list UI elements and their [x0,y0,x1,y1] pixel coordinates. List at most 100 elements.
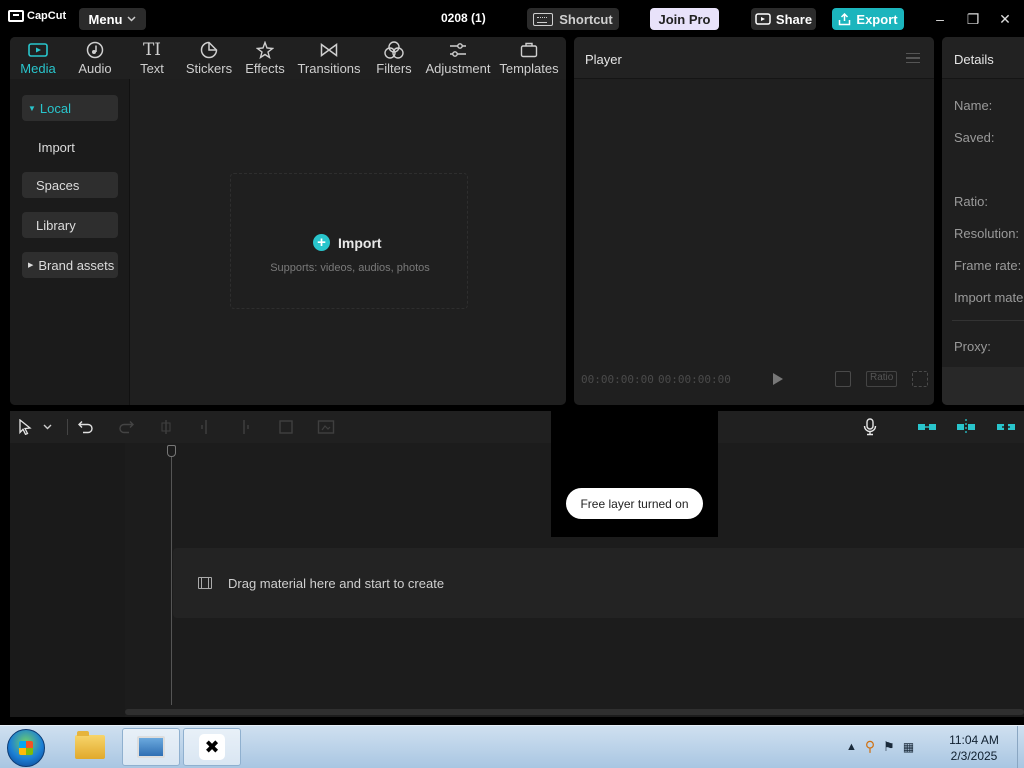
export-button[interactable]: Export [832,8,904,30]
delete-icon[interactable] [278,419,294,435]
menu-icon[interactable] [906,53,920,63]
sidebar-item-label: Brand assets [38,257,115,273]
main-track-drop-area[interactable]: Drag material here and start to create [173,548,1024,618]
chevron-down-icon[interactable] [43,419,52,435]
details-label-name: Name: [954,98,993,113]
import-drop-zone[interactable]: + Import Supports: videos, audios, photo… [230,173,468,309]
main-track-magnet-icon[interactable] [917,419,937,435]
start-button[interactable] [7,729,45,767]
menu-button[interactable]: Menu [79,8,146,30]
details-divider [952,320,1024,321]
details-label-import-material: Import mate [954,290,1024,305]
minimize-icon[interactable]: – [930,9,950,29]
toolbar-divider [67,419,68,435]
export-label: Export [856,11,898,27]
undo-icon[interactable] [78,419,94,435]
folder-icon [75,731,105,759]
taskbar-clock[interactable]: 11:04 AM 2/3/2025 [944,732,1004,764]
split-icon[interactable] [160,419,172,435]
adjustment-icon [450,43,466,57]
text-icon: TI [142,40,162,60]
tab-transitions[interactable]: Transitions [297,39,361,79]
search-icon[interactable]: ⚲ [865,738,875,755]
tab-label: Filters [376,61,412,76]
ratio-button[interactable]: Ratio [866,371,898,387]
plus-icon: + [313,234,330,251]
sidebar-item-brand-assets[interactable]: ▶ Brand assets [22,252,118,278]
windows-taskbar: ✖ ▲ ⚲ ⚑ ▦ 11:04 AM 2/3/2025 [0,725,1024,768]
keyboard-icon [533,12,554,26]
media-sidebar: ▼ Local Import Spaces Library ▶ Brand as… [10,79,130,405]
shortcut-label: Shortcut [559,11,613,27]
capcut-app-icon: ✖ [199,734,225,760]
drag-material-hint: Drag material here and start to create [228,576,445,591]
tab-effects[interactable]: Effects [245,39,285,79]
media-panel: Media Audio TI Text Stickers Effects Tra… [10,37,566,405]
caret-right-icon: ▶ [28,262,34,269]
tab-templates[interactable]: Templates [499,39,559,79]
network-icon[interactable]: ▦ [903,740,914,754]
crop-icon[interactable] [317,419,335,435]
tab-filters[interactable]: Filters [374,39,414,79]
split-right-icon[interactable] [238,419,250,435]
linkage-icon[interactable] [996,419,1016,435]
timeline-horizontal-scrollbar[interactable] [125,709,1024,715]
sidebar-item-library[interactable]: Library [22,212,118,238]
monitor-icon [137,736,165,758]
show-desktop-button[interactable] [1017,726,1024,768]
details-panel: Details Name: Saved: Ratio: Resolution: … [942,37,1024,405]
sidebar-item-import[interactable]: Import [22,134,118,160]
microphone-icon[interactable] [863,418,877,436]
timeline-panel: Drag material here and start to create [10,411,1024,717]
tab-adjustment[interactable]: Adjustment [424,39,492,79]
import-button[interactable]: + Import [313,234,382,251]
tab-media[interactable]: Media [19,39,57,79]
close-icon[interactable]: ✕ [995,9,1015,29]
sidebar-item-label: Local [39,100,71,116]
playhead-handle[interactable] [167,445,176,457]
system-tray: ▲ ⚲ ⚑ ▦ [846,738,914,755]
fit-screen-icon[interactable] [835,371,851,387]
taskbar-file-explorer[interactable] [61,728,119,766]
auto-snapping-icon[interactable] [956,419,976,435]
share-icon [755,13,771,25]
tab-text[interactable]: TI Text [137,39,167,79]
redo-icon[interactable] [118,419,134,435]
caret-down-icon: ▼ [28,103,36,113]
tab-label: Transitions [297,61,361,76]
import-label: Import [338,234,382,251]
flag-icon[interactable]: ⚑ [883,739,895,755]
taskbar-control-panel[interactable] [122,728,180,766]
sidebar-item-local[interactable]: ▼ Local [22,95,118,121]
shortcut-button[interactable]: Shortcut [527,8,619,30]
share-label: Share [775,11,813,27]
taskbar-capcut[interactable]: ✖ [183,728,241,766]
film-icon [198,577,212,589]
tab-label: Text [140,61,164,76]
tab-label: Templates [499,61,559,76]
effects-icon [256,41,274,59]
details-label-proxy: Proxy: [954,339,991,354]
tab-audio[interactable]: Audio [76,39,114,79]
project-title[interactable]: 0208 (1) [441,11,486,25]
tray-expand-icon[interactable]: ▲ [846,741,857,753]
tab-label: Audio [78,61,112,76]
join-pro-button[interactable]: Join Pro [650,8,719,30]
maximize-icon[interactable]: ❐ [963,9,983,29]
select-cursor-icon[interactable] [18,419,32,435]
app-name: CapCut [27,10,67,22]
split-left-icon[interactable] [200,419,212,435]
capcut-logo: CapCut [8,10,66,22]
capcut-logo-icon [8,10,24,22]
player-panel: Player 00:00:00:00 00:00:00:00 Ratio [574,37,934,405]
details-label-ratio: Ratio: [954,194,988,209]
tab-stickers[interactable]: Stickers [185,39,233,79]
stickers-icon [200,41,218,59]
details-title: Details [954,52,994,67]
transitions-icon [320,43,338,57]
play-icon[interactable] [773,373,783,385]
fullscreen-icon[interactable] [912,371,928,387]
sidebar-item-spaces[interactable]: Spaces [22,172,118,198]
export-icon [839,12,851,25]
share-button[interactable]: Share [751,8,816,30]
